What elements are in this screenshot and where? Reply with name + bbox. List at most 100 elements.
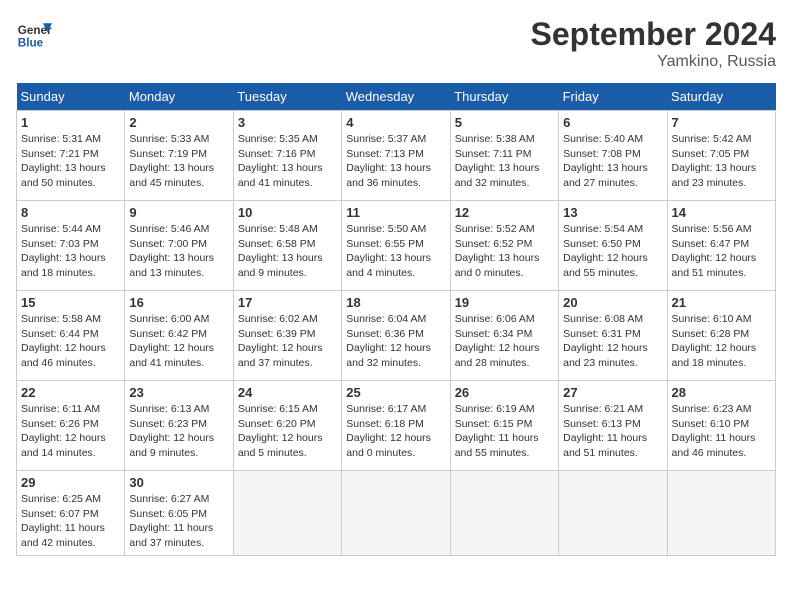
table-row: 20 Sunrise: 6:08 AMSunset: 6:31 PMDayligh… bbox=[559, 291, 667, 381]
logo-icon: General Blue bbox=[16, 16, 52, 52]
table-row: 29 Sunrise: 6:25 AMSunset: 6:07 PMDayligh… bbox=[17, 471, 125, 556]
day-number: 3 bbox=[238, 115, 337, 130]
day-number: 20 bbox=[563, 295, 662, 310]
table-row: 10 Sunrise: 5:48 AMSunset: 6:58 PMDayligh… bbox=[233, 201, 341, 291]
day-number: 8 bbox=[21, 205, 120, 220]
day-number: 24 bbox=[238, 385, 337, 400]
table-row: 12 Sunrise: 5:52 AMSunset: 6:52 PMDayligh… bbox=[450, 201, 558, 291]
table-row: 24 Sunrise: 6:15 AMSunset: 6:20 PMDayligh… bbox=[233, 381, 341, 471]
day-info: Sunrise: 5:46 AMSunset: 7:00 PMDaylight:… bbox=[129, 223, 214, 279]
table-row: 4 Sunrise: 5:37 AMSunset: 7:13 PMDaylight… bbox=[342, 111, 450, 201]
header-sunday: Sunday bbox=[17, 83, 125, 111]
day-info: Sunrise: 6:00 AMSunset: 6:42 PMDaylight:… bbox=[129, 313, 214, 369]
table-row bbox=[559, 471, 667, 556]
day-info: Sunrise: 6:21 AMSunset: 6:13 PMDaylight:… bbox=[563, 403, 647, 459]
table-row: 3 Sunrise: 5:35 AMSunset: 7:16 PMDaylight… bbox=[233, 111, 341, 201]
day-info: Sunrise: 5:50 AMSunset: 6:55 PMDaylight:… bbox=[346, 223, 431, 279]
table-row: 19 Sunrise: 6:06 AMSunset: 6:34 PMDayligh… bbox=[450, 291, 558, 381]
day-number: 18 bbox=[346, 295, 445, 310]
table-row: 5 Sunrise: 5:38 AMSunset: 7:11 PMDaylight… bbox=[450, 111, 558, 201]
day-info: Sunrise: 5:54 AMSunset: 6:50 PMDaylight:… bbox=[563, 223, 648, 279]
header-monday: Monday bbox=[125, 83, 233, 111]
table-row: 9 Sunrise: 5:46 AMSunset: 7:00 PMDaylight… bbox=[125, 201, 233, 291]
header-wednesday: Wednesday bbox=[342, 83, 450, 111]
day-number: 25 bbox=[346, 385, 445, 400]
table-row: 30 Sunrise: 6:27 AMSunset: 6:05 PMDayligh… bbox=[125, 471, 233, 556]
table-row: 26Sunrise: 6:19 AMSunset: 6:15 PMDayligh… bbox=[450, 381, 558, 471]
day-info: Sunrise: 5:52 AMSunset: 6:52 PMDaylight:… bbox=[455, 223, 540, 279]
table-row: 8 Sunrise: 5:44 AMSunset: 7:03 PMDaylight… bbox=[17, 201, 125, 291]
day-info: Sunrise: 5:35 AMSunset: 7:16 PMDaylight:… bbox=[238, 133, 323, 189]
header-thursday: Thursday bbox=[450, 83, 558, 111]
table-row: 25Sunrise: 6:17 AMSunset: 6:18 PMDayligh… bbox=[342, 381, 450, 471]
day-number: 30 bbox=[129, 475, 228, 490]
day-info: Sunrise: 6:11 AMSunset: 6:26 PMDaylight:… bbox=[21, 403, 106, 459]
day-info: Sunrise: 5:38 AMSunset: 7:11 PMDaylight:… bbox=[455, 133, 540, 189]
header-tuesday: Tuesday bbox=[233, 83, 341, 111]
day-number: 12 bbox=[455, 205, 554, 220]
table-row: 1 Sunrise: 5:31 AMSunset: 7:21 PMDaylight… bbox=[17, 111, 125, 201]
day-number: 6 bbox=[563, 115, 662, 130]
day-number: 2 bbox=[129, 115, 228, 130]
day-number: 28 bbox=[672, 385, 771, 400]
table-row: 23 Sunrise: 6:13 AMSunset: 6:23 PMDayligh… bbox=[125, 381, 233, 471]
day-info: Sunrise: 6:13 AMSunset: 6:23 PMDaylight:… bbox=[129, 403, 214, 459]
day-info: Sunrise: 6:27 AMSunset: 6:05 PMDaylight:… bbox=[129, 493, 213, 549]
table-row: 27 Sunrise: 6:21 AMSunset: 6:13 PMDayligh… bbox=[559, 381, 667, 471]
table-row bbox=[450, 471, 558, 556]
day-number: 16 bbox=[129, 295, 228, 310]
day-info: Sunrise: 6:06 AMSunset: 6:34 PMDaylight:… bbox=[455, 313, 540, 369]
day-number: 14 bbox=[672, 205, 771, 220]
day-info: Sunrise: 5:58 AMSunset: 6:44 PMDaylight:… bbox=[21, 313, 106, 369]
table-row: 6 Sunrise: 5:40 AMSunset: 7:08 PMDaylight… bbox=[559, 111, 667, 201]
table-row: 17 Sunrise: 6:02 AMSunset: 6:39 PMDayligh… bbox=[233, 291, 341, 381]
title-block: September 2024 Yamkino, Russia bbox=[531, 16, 776, 71]
day-info: Sunrise: 6:08 AMSunset: 6:31 PMDaylight:… bbox=[563, 313, 648, 369]
table-row: 16 Sunrise: 6:00 AMSunset: 6:42 PMDayligh… bbox=[125, 291, 233, 381]
day-info: Sunrise: 6:10 AMSunset: 6:28 PMDaylight:… bbox=[672, 313, 757, 369]
day-number: 9 bbox=[129, 205, 228, 220]
day-info: Sunrise: 6:04 AMSunset: 6:36 PMDaylight:… bbox=[346, 313, 431, 369]
day-info: Sunrise: 6:19 AMSunset: 6:15 PMDaylight:… bbox=[455, 403, 539, 459]
day-info: Sunrise: 5:40 AMSunset: 7:08 PMDaylight:… bbox=[563, 133, 648, 189]
day-number: 19 bbox=[455, 295, 554, 310]
day-number: 5 bbox=[455, 115, 554, 130]
day-info: Sunrise: 6:25 AMSunset: 6:07 PMDaylight:… bbox=[21, 493, 105, 549]
day-info: Sunrise: 6:02 AMSunset: 6:39 PMDaylight:… bbox=[238, 313, 323, 369]
header-friday: Friday bbox=[559, 83, 667, 111]
day-number: 27 bbox=[563, 385, 662, 400]
table-row: 21 Sunrise: 6:10 AMSunset: 6:28 PMDayligh… bbox=[667, 291, 775, 381]
day-info: Sunrise: 5:56 AMSunset: 6:47 PMDaylight:… bbox=[672, 223, 757, 279]
month-title: September 2024 bbox=[531, 16, 776, 53]
day-number: 11 bbox=[346, 205, 445, 220]
table-row: 7Sunrise: 5:42 AMSunset: 7:05 PMDaylight… bbox=[667, 111, 775, 201]
table-row: 18 Sunrise: 6:04 AMSunset: 6:36 PMDayligh… bbox=[342, 291, 450, 381]
day-number: 15 bbox=[21, 295, 120, 310]
table-row: 22 Sunrise: 6:11 AMSunset: 6:26 PMDayligh… bbox=[17, 381, 125, 471]
day-number: 22 bbox=[21, 385, 120, 400]
table-row bbox=[233, 471, 341, 556]
day-number: 1 bbox=[21, 115, 120, 130]
location: Yamkino, Russia bbox=[531, 53, 776, 71]
day-number: 17 bbox=[238, 295, 337, 310]
day-number: 29 bbox=[21, 475, 120, 490]
day-number: 23 bbox=[129, 385, 228, 400]
day-number: 21 bbox=[672, 295, 771, 310]
table-row: 15 Sunrise: 5:58 AMSunset: 6:44 PMDayligh… bbox=[17, 291, 125, 381]
day-info: Sunrise: 5:48 AMSunset: 6:58 PMDaylight:… bbox=[238, 223, 323, 279]
day-number: 4 bbox=[346, 115, 445, 130]
table-row: 13Sunrise: 5:54 AMSunset: 6:50 PMDayligh… bbox=[559, 201, 667, 291]
header-saturday: Saturday bbox=[667, 83, 775, 111]
page-header: General Blue September 2024 Yamkino, Rus… bbox=[16, 16, 776, 71]
calendar-table: Sunday Monday Tuesday Wednesday Thursday… bbox=[16, 83, 776, 556]
table-row bbox=[667, 471, 775, 556]
day-number: 7 bbox=[672, 115, 771, 130]
svg-text:Blue: Blue bbox=[18, 37, 44, 50]
day-info: Sunrise: 5:37 AMSunset: 7:13 PMDaylight:… bbox=[346, 133, 431, 189]
day-info: Sunrise: 6:15 AMSunset: 6:20 PMDaylight:… bbox=[238, 403, 323, 459]
day-info: Sunrise: 5:44 AMSunset: 7:03 PMDaylight:… bbox=[21, 223, 106, 279]
day-info: Sunrise: 5:31 AMSunset: 7:21 PMDaylight:… bbox=[21, 133, 106, 189]
day-number: 10 bbox=[238, 205, 337, 220]
day-info: Sunrise: 6:23 AMSunset: 6:10 PMDaylight:… bbox=[672, 403, 756, 459]
table-row bbox=[342, 471, 450, 556]
